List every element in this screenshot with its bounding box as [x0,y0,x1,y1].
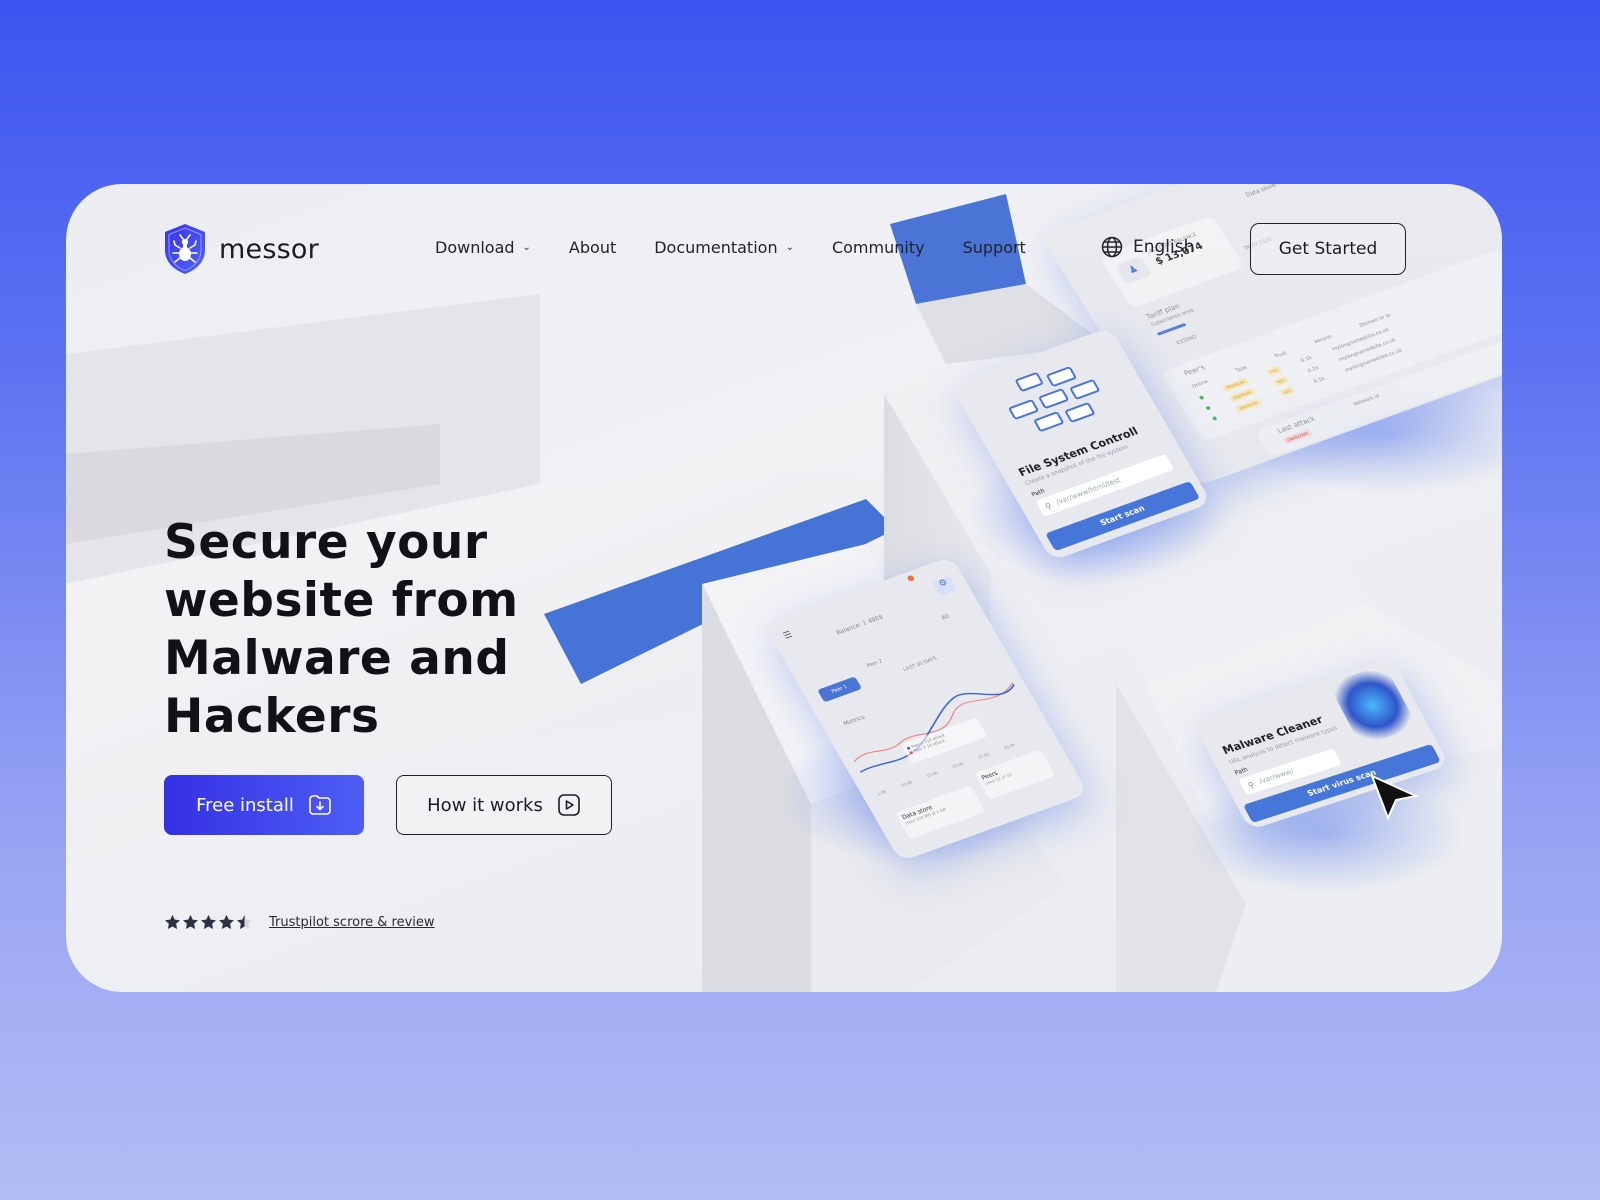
headline-line: Malware and [164,631,510,686]
peers-col: Trust [1273,350,1289,360]
brand-logo[interactable]: messor [163,222,319,276]
network-id-label: Network id [1352,393,1381,408]
folder-download-icon [309,795,331,815]
how-it-works-label: How it works [427,794,543,816]
free-install-label: Free install [196,794,294,816]
data-store-card: Data store Used 500 MB of 1 GB [894,785,986,840]
nav-item-label: Support [962,238,1026,257]
range-select: LAST 30 DAYS [902,655,939,673]
peers-col: Type [1234,364,1249,374]
headline-line: Hackers [164,689,380,744]
nav-item-label: Community [831,238,925,257]
gear-icon: ⚙ [932,576,958,597]
nav-item-community[interactable]: Community [832,238,925,257]
tab-peer-1: Peer 1 [817,676,862,703]
how-it-works-button[interactable]: How it works [396,775,612,835]
nav-item-about[interactable]: About [569,238,616,257]
trustpilot-rating: Trustpilot scrore & review [164,914,435,930]
nav-item-label: Documentation [654,238,778,257]
hero-headline: Secure your website from Malware and Hac… [164,514,519,746]
search-icon: ⚲ [1043,500,1054,511]
star-icon [201,914,216,930]
chevron-down-icon: ⌄ [785,242,794,253]
hero-actions: Free install How it works [164,775,612,835]
extend-button: EXTEND [1175,334,1198,347]
nav-item-label: Download [435,238,515,257]
malware-path-label: Path [1233,766,1250,777]
nav-links: Download ⌄ About Documentation ⌄ Communi… [435,238,1064,257]
shield-ant-icon [165,224,205,274]
search-icon: ⚲ [1246,779,1256,790]
star-icon [165,914,180,930]
balance-select: Balance: 1 480$ [835,613,885,637]
peers-title: Peer's [1182,363,1207,378]
peers-col: Online [1191,378,1210,390]
language-label: English [1133,237,1195,257]
hero-section: Secure your website from Malware and Hac… [164,514,519,746]
brand-name: messor [219,233,319,265]
nav-item-support[interactable]: Support [963,238,1026,257]
menu-icon: ☰ [781,629,795,642]
notification-badge [906,574,916,582]
chevron-down-icon: ⌄ [522,242,531,253]
peers-col: Version [1313,333,1334,346]
nav-item-download[interactable]: Download ⌄ [435,238,531,257]
star-icon [219,914,234,930]
nav-item-label: About [568,238,617,257]
get-started-button[interactable]: Get Started [1250,223,1406,275]
play-icon [558,794,580,816]
nav-item-documentation[interactable]: Documentation ⌄ [654,238,794,257]
globe-icon [1101,236,1123,258]
file-blocks-icon [1008,366,1100,432]
free-install-button[interactable]: Free install [164,775,364,835]
tab-peer-2: Peer 2 [865,658,884,670]
hero-card: ACCOUNT BALANCE $ 13,074 ♟ Tariff plan S… [66,184,1502,992]
headline-line: website from [164,573,519,628]
trustpilot-link[interactable]: Trustpilot scrore & review [269,915,435,930]
star-icon [183,914,198,930]
headline-line: Secure your [164,515,488,570]
language-selector[interactable]: English [1101,236,1194,258]
top-navigation: messor Download ⌄ About Documentation ⌄ … [66,184,1502,314]
star-icon [237,914,252,930]
filter-all: All [940,612,951,622]
mouse-cursor-icon [1370,774,1420,820]
star-rating [164,914,253,930]
